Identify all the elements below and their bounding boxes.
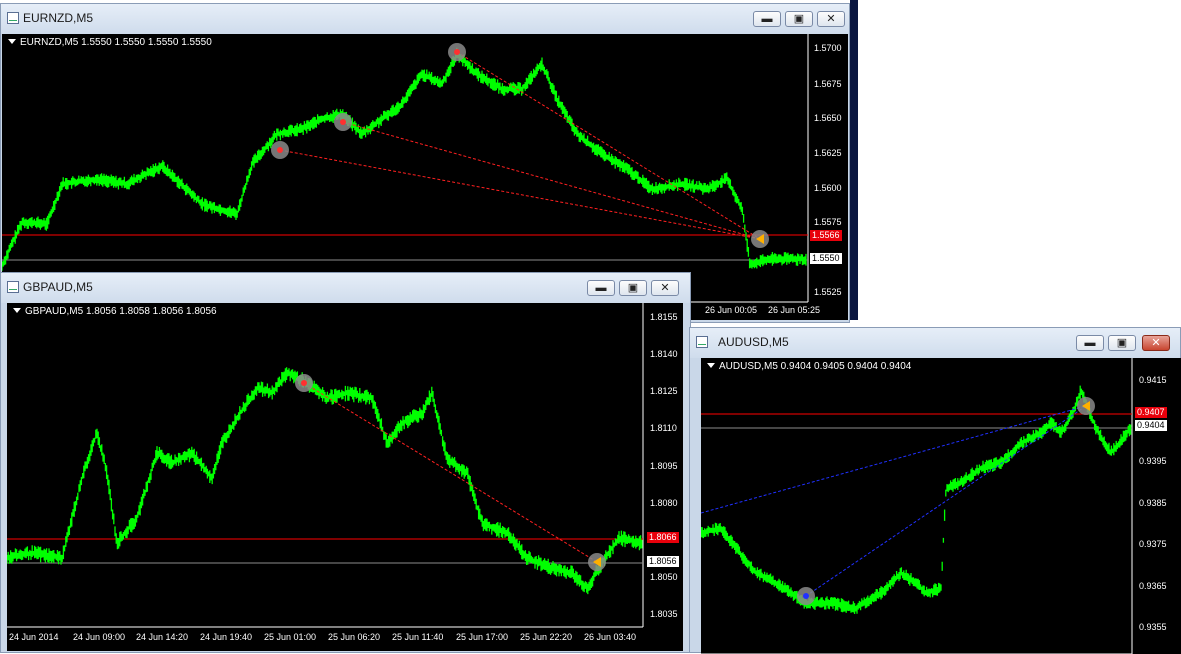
- dropdown-triangle-icon: [13, 308, 21, 313]
- eurnzd-chart-header: EURNZD,M5 1.5550 1.5550 1.5550 1.5550: [8, 37, 212, 48]
- eurnzd-titlebar[interactable]: EURNZD,M5 ▬ ▣ ✕: [1, 4, 849, 34]
- dropdown-triangle-icon: [8, 39, 16, 44]
- price-series: [7, 367, 643, 595]
- time-label: 25 Jun 06:20: [328, 632, 381, 642]
- price-label: 1.5700: [814, 43, 842, 53]
- maximize-button[interactable]: ▣: [619, 280, 647, 296]
- gbpaud-titlebar[interactable]: GBPAUD,M5 ▬ ▣ ✕: [1, 273, 690, 303]
- chart-window-icon: [696, 336, 708, 348]
- gbpaud-window-title: GBPAUD,M5: [23, 280, 93, 294]
- price-label: 1.8050: [650, 572, 678, 582]
- price-label: 1.5600: [814, 183, 842, 193]
- gbpaud-chart[interactable]: GBPAUD,M5 1.8056 1.8058 1.8056 1.8056 1.…: [7, 303, 683, 651]
- trend-line: [701, 405, 1087, 514]
- last-price-tag: 1.8056: [647, 556, 679, 567]
- time-label: 25 Jun 01:00: [264, 632, 317, 642]
- price-series: [701, 385, 1132, 614]
- audusd-window-title: AUDUSD,M5: [718, 335, 789, 349]
- price-label: 1.8035: [650, 609, 678, 619]
- eurnzd-window-title: EURNZD,M5: [23, 11, 94, 25]
- audusd-chart-canvas: [701, 358, 1133, 654]
- price-label: 1.8110: [650, 423, 677, 433]
- time-label: 25 Jun 11:40: [392, 632, 444, 642]
- bid-price-tag: 1.8066: [647, 532, 679, 543]
- audusd-window[interactable]: AUDUSD,M5 ▬ ▣ ✕ AUDUSD,M5 0.9404 0.9405 …: [689, 327, 1181, 654]
- close-button[interactable]: ✕: [651, 280, 679, 296]
- entry-dot-icon: [803, 593, 809, 599]
- price-label: 1.5575: [814, 217, 842, 227]
- gbpaud-chart-canvas: [7, 303, 644, 628]
- gbpaud-chart-header: GBPAUD,M5 1.8056 1.8058 1.8056 1.8056: [13, 306, 217, 317]
- close-button[interactable]: ✕: [1142, 335, 1170, 351]
- dropdown-triangle-icon: [707, 363, 715, 368]
- audusd-chart[interactable]: AUDUSD,M5 0.9404 0.9405 0.9404 0.9404 0.…: [701, 358, 1181, 654]
- price-series: [2, 47, 807, 271]
- price-label: 1.8140: [650, 349, 678, 359]
- price-label: 0.9375: [1139, 539, 1167, 549]
- bid-price-tag: 0.9407: [1135, 407, 1167, 418]
- entry-dot-icon: [301, 380, 307, 386]
- trend-line: [342, 121, 761, 240]
- audusd-chart-header: AUDUSD,M5 0.9404 0.9405 0.9404 0.9404: [707, 361, 911, 372]
- maximize-button[interactable]: ▣: [1108, 335, 1136, 351]
- time-label: 26 Jun 05:25: [768, 305, 821, 315]
- minimize-button[interactable]: ▬: [1076, 335, 1104, 351]
- time-label: 25 Jun 22:20: [520, 632, 573, 642]
- price-label: 1.5650: [814, 113, 842, 123]
- entry-dot-icon: [277, 147, 283, 153]
- entry-dot-icon: [340, 119, 346, 125]
- trend-line: [456, 51, 761, 240]
- audusd-titlebar[interactable]: AUDUSD,M5 ▬ ▣ ✕: [690, 328, 1180, 358]
- price-label: 0.9395: [1139, 456, 1167, 466]
- price-label: 1.8080: [650, 498, 678, 508]
- minimize-button[interactable]: ▬: [587, 280, 615, 296]
- price-label: 1.8155: [650, 312, 678, 322]
- time-label: 24 Jun 14:20: [136, 632, 189, 642]
- maximize-button[interactable]: ▣: [785, 11, 813, 27]
- price-label: 1.5625: [814, 148, 842, 158]
- trend-line: [303, 382, 598, 563]
- bid-price-tag: 1.5566: [810, 230, 842, 241]
- minimize-button[interactable]: ▬: [753, 11, 781, 27]
- time-label: 25 Jun 17:00: [456, 632, 509, 642]
- price-label: 0.9415: [1139, 375, 1167, 385]
- chart-window-icon: [7, 12, 19, 24]
- price-label: 0.9355: [1139, 622, 1167, 632]
- price-label: 1.5675: [814, 79, 842, 89]
- time-label: 26 Jun 00:05: [705, 305, 758, 315]
- entry-dot-icon: [454, 49, 460, 55]
- close-button[interactable]: ✕: [817, 11, 845, 27]
- audusd-header-text: AUDUSD,M5 0.9404 0.9405 0.9404 0.9404: [719, 361, 912, 372]
- time-label: 24 Jun 2014: [9, 632, 59, 642]
- last-price-tag: 1.5550: [810, 253, 842, 264]
- eurnzd-header-text: EURNZD,M5 1.5550 1.5550 1.5550 1.5550: [20, 37, 212, 48]
- gbpaud-window[interactable]: GBPAUD,M5 ▬ ▣ ✕ GBPAUD,M5 1.8056 1.8058 …: [0, 272, 691, 653]
- price-label: 1.8095: [650, 461, 678, 471]
- time-label: 24 Jun 09:00: [73, 632, 126, 642]
- last-price-tag: 0.9404: [1135, 420, 1167, 431]
- time-label: 24 Jun 19:40: [200, 632, 253, 642]
- time-label: 26 Jun 03:40: [584, 632, 637, 642]
- price-label: 0.9365: [1139, 581, 1167, 591]
- chart-window-icon: [7, 281, 19, 293]
- price-label: 1.8125: [650, 386, 678, 396]
- price-label: 0.9385: [1139, 498, 1167, 508]
- price-label: 1.5525: [814, 287, 842, 297]
- gbpaud-header-text: GBPAUD,M5 1.8056 1.8058 1.8056 1.8056: [25, 306, 217, 317]
- background-app-strip: [850, 0, 858, 320]
- trend-line: [805, 405, 1087, 597]
